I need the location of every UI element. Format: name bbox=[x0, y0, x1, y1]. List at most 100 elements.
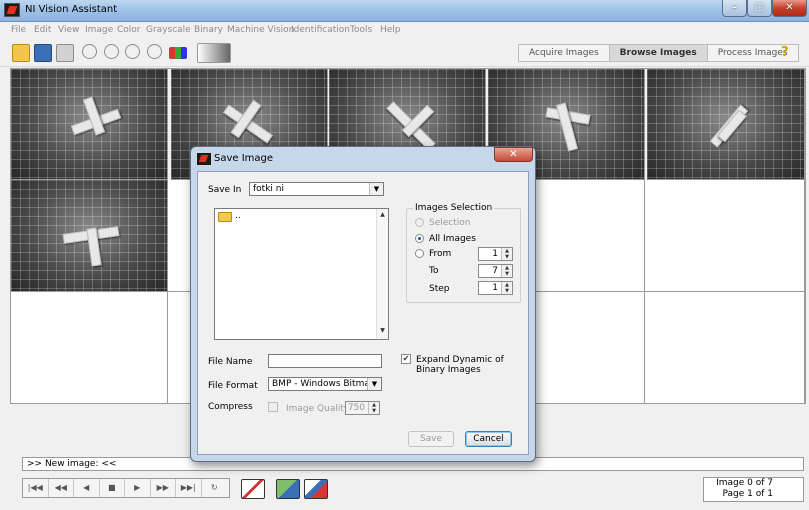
all-images-label: All Images bbox=[429, 234, 476, 244]
close-window-button[interactable]: ✕ bbox=[772, 0, 807, 17]
expand-dynamic-label-2: Binary Images bbox=[416, 365, 481, 375]
zoom-in-icon[interactable] bbox=[82, 44, 97, 59]
file-name-input[interactable] bbox=[268, 354, 382, 368]
file-name-label: File Name bbox=[208, 357, 253, 367]
from-radio[interactable] bbox=[415, 249, 424, 258]
spin-arrows-icon[interactable]: ▲ ▼ bbox=[501, 282, 512, 294]
image-count-text: Image 0 of 7 bbox=[716, 478, 773, 488]
save-in-dropdown[interactable]: fotki ni ▼ bbox=[249, 182, 384, 196]
page-count-text: Page 1 of 1 bbox=[722, 489, 774, 499]
menu-bar: File Edit View Image Color Grayscale Bin… bbox=[0, 22, 809, 39]
tab-browse-images[interactable]: Browse Images bbox=[609, 45, 708, 61]
save-image-dialog: Save Image ✕ Save In fotki ni ▼ .. ▲ ▼ I… bbox=[190, 146, 536, 462]
to-stepper[interactable]: 7 ▲ ▼ bbox=[478, 264, 513, 278]
minimize-button[interactable]: – bbox=[722, 0, 747, 17]
menu-file[interactable]: File bbox=[11, 25, 26, 35]
image-thumbnail bbox=[11, 69, 167, 179]
menu-edit[interactable]: Edit bbox=[34, 25, 51, 35]
prev-page-icon[interactable]: ◀◀ bbox=[49, 479, 74, 497]
compress-checkbox[interactable] bbox=[268, 402, 278, 412]
gradient-icon[interactable] bbox=[197, 43, 231, 63]
save-in-value: fotki ni bbox=[253, 184, 284, 194]
title-bar: NI Vision Assistant – □ ✕ bbox=[0, 0, 809, 22]
cancel-button[interactable]: Cancel bbox=[465, 431, 512, 447]
menu-machine-vision[interactable]: Machine Vision bbox=[227, 25, 294, 35]
dialog-title-bar: Save Image bbox=[195, 149, 531, 169]
expand-dynamic-label: Expand Dynamic of bbox=[416, 355, 504, 365]
save-button[interactable]: Save bbox=[408, 431, 454, 447]
file-format-dropdown[interactable]: BMP - Windows Bitmap ▼ bbox=[268, 377, 382, 391]
image-navigation-bar: |◀◀ ◀◀ ◀ ■ ▶ ▶▶ ▶▶| ↻ bbox=[22, 478, 230, 498]
expand-dynamic-checkbox[interactable]: ✔ bbox=[401, 354, 411, 364]
chevron-down-icon: ▼ bbox=[369, 183, 383, 195]
prev-icon[interactable]: ◀ bbox=[74, 479, 100, 497]
image-counter: Image 0 of 7 Page 1 of 1 bbox=[703, 477, 804, 502]
file-list-scrollbar[interactable]: ▲ ▼ bbox=[376, 209, 388, 339]
app-logo-icon bbox=[197, 153, 211, 165]
menu-view[interactable]: View bbox=[58, 25, 79, 35]
print-icon[interactable] bbox=[56, 44, 74, 62]
app-logo-icon bbox=[4, 3, 20, 17]
last-icon[interactable]: ▶▶| bbox=[176, 479, 202, 497]
step-stepper[interactable]: 1 ▲ ▼ bbox=[478, 281, 513, 295]
maximize-button[interactable]: □ bbox=[747, 0, 772, 17]
image-cell[interactable] bbox=[647, 69, 805, 180]
chevron-down-icon: ▼ bbox=[367, 378, 381, 390]
file-list-item[interactable]: .. bbox=[235, 211, 241, 221]
refresh-icon[interactable]: ↻ bbox=[202, 479, 228, 497]
first-icon[interactable]: |◀◀ bbox=[23, 479, 49, 497]
menu-identification[interactable]: Identification bbox=[291, 25, 350, 35]
from-label: From bbox=[429, 249, 452, 259]
spin-arrows-icon[interactable]: ▲ ▼ bbox=[501, 265, 512, 277]
tab-acquire-images[interactable]: Acquire Images bbox=[519, 45, 610, 61]
help-icon[interactable]: ? bbox=[781, 45, 795, 60]
scroll-up-icon[interactable]: ▲ bbox=[377, 211, 388, 221]
all-images-radio[interactable] bbox=[415, 234, 424, 243]
open-images-icon[interactable] bbox=[276, 479, 300, 499]
file-list[interactable]: .. ▲ ▼ bbox=[214, 208, 389, 340]
menu-color[interactable]: Color bbox=[117, 25, 141, 35]
dialog-close-button[interactable]: ✕ bbox=[494, 147, 533, 162]
spin-arrows-icon[interactable]: ▲ ▼ bbox=[501, 248, 512, 260]
images-selection-group: Images Selection Selection All Images Fr… bbox=[406, 203, 521, 303]
dialog-title: Save Image bbox=[214, 153, 274, 164]
image-thumbnail bbox=[647, 69, 804, 179]
palette-icon[interactable] bbox=[169, 47, 187, 59]
save-in-label: Save In bbox=[208, 185, 242, 195]
image-cell[interactable] bbox=[11, 180, 168, 292]
image-thumbnail bbox=[11, 180, 167, 291]
image-cell[interactable] bbox=[11, 69, 168, 180]
menu-grayscale[interactable]: Grayscale bbox=[146, 25, 191, 35]
spin-arrows-icon[interactable]: ▲ ▼ bbox=[368, 402, 379, 414]
folder-icon bbox=[218, 212, 232, 222]
file-format-value: BMP - Windows Bitmap bbox=[272, 379, 376, 389]
stop-icon[interactable]: ■ bbox=[100, 479, 125, 497]
next-icon[interactable]: ▶ bbox=[125, 479, 151, 497]
scroll-down-icon[interactable]: ▼ bbox=[377, 327, 388, 337]
menu-binary[interactable]: Binary bbox=[194, 25, 223, 35]
save-images-icon[interactable] bbox=[241, 479, 265, 499]
step-label: Step bbox=[429, 284, 450, 294]
image-quality-stepper[interactable]: 750 ▲ ▼ bbox=[345, 401, 380, 415]
open-folder-icon[interactable] bbox=[12, 44, 30, 62]
zoom-out-icon[interactable] bbox=[104, 44, 119, 59]
save-icon[interactable] bbox=[34, 44, 52, 62]
menu-image[interactable]: Image bbox=[85, 25, 113, 35]
window-title: NI Vision Assistant bbox=[25, 4, 118, 15]
menu-help[interactable]: Help bbox=[380, 25, 401, 35]
mode-tabs: Acquire Images Browse Images Process Ima… bbox=[518, 44, 799, 62]
image-quality-label: Image Quality bbox=[286, 404, 350, 414]
to-label: To bbox=[429, 266, 439, 276]
file-format-label: File Format bbox=[208, 381, 258, 391]
from-stepper[interactable]: 1 ▲ ▼ bbox=[478, 247, 513, 261]
selection-radio[interactable] bbox=[415, 218, 424, 227]
remove-image-icon[interactable] bbox=[304, 479, 328, 499]
zoom-fit-icon[interactable] bbox=[147, 44, 162, 59]
selection-label: Selection bbox=[429, 218, 471, 228]
compress-label: Compress bbox=[208, 402, 253, 412]
images-selection-title: Images Selection bbox=[413, 203, 495, 213]
next-page-icon[interactable]: ▶▶ bbox=[151, 479, 176, 497]
menu-tools[interactable]: Tools bbox=[350, 25, 372, 35]
console-text: >> New image: << bbox=[27, 459, 117, 469]
zoom-1to1-icon[interactable] bbox=[125, 44, 140, 59]
